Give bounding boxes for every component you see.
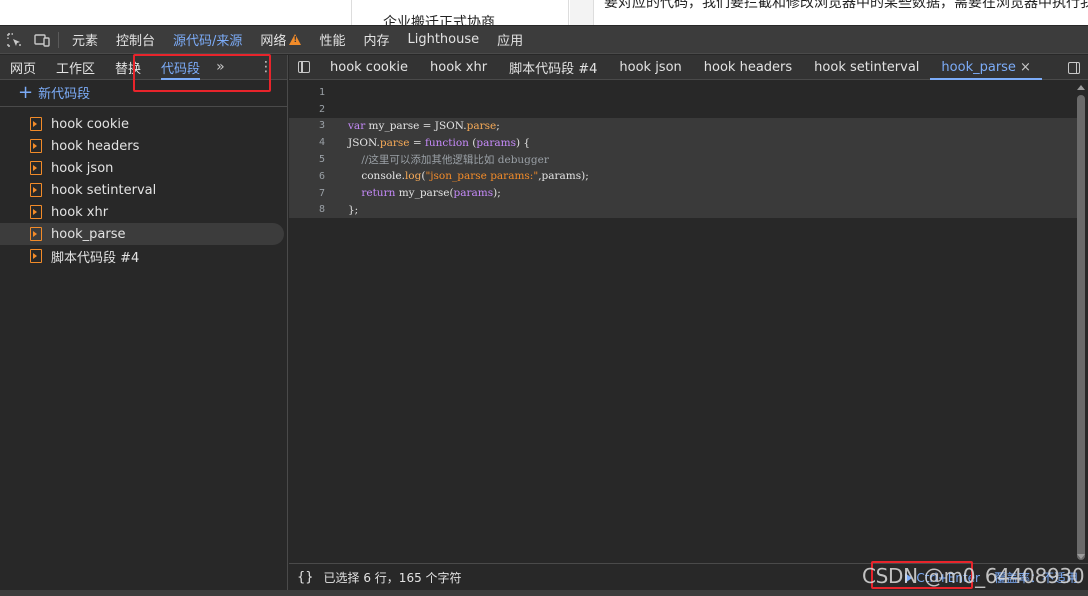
vertical-scrollbar[interactable] xyxy=(1077,95,1085,560)
code-lines: 1 2 3 var my_parse = JSON.parse; 4 JSON.… xyxy=(289,84,1079,219)
annotation-highlight-snippets-tab xyxy=(133,54,271,92)
editor-tab-label: hook_parse xyxy=(941,59,1016,75)
toggle-debugger-icon[interactable] xyxy=(1068,55,1080,80)
editor-tab[interactable]: hook cookie xyxy=(319,55,419,80)
snippet-file-icon xyxy=(30,161,42,175)
tab-memory[interactable]: 内存 xyxy=(354,26,398,54)
snippet-file-icon xyxy=(30,249,42,263)
editor-tab-strip: hook cookie hook xhr 脚本代码段 #4 hook json … xyxy=(289,55,1088,80)
inspect-element-icon[interactable] xyxy=(0,26,28,54)
selection-status: 已选择 6 行，165 个字符 xyxy=(323,570,462,585)
devtools-main-toolbar: 元素 控制台 源代码/来源 网络 性能 内存 Lighthouse 应用 xyxy=(0,26,1088,54)
tab-elements[interactable]: 元素 xyxy=(63,26,107,54)
code-editor[interactable]: 1 2 3 var my_parse = JSON.parse; 4 JSON.… xyxy=(289,81,1088,562)
pretty-print-icon[interactable]: {} xyxy=(289,570,320,585)
page-right-pane xyxy=(570,0,594,25)
navigator-tab-workspace[interactable]: 工作区 xyxy=(46,55,105,80)
snippet-file-icon xyxy=(30,139,42,153)
snippet-label: hook setinterval xyxy=(51,182,157,198)
navigator-tab-page[interactable]: 网页 xyxy=(0,55,46,80)
tab-lighthouse[interactable]: Lighthouse xyxy=(398,26,488,54)
code-line-selected: 6 console.log("json_parse params:",param… xyxy=(289,167,1079,185)
new-snippet-label: 新代码段 xyxy=(38,87,91,102)
scroll-down-arrow-icon[interactable] xyxy=(1077,554,1085,559)
tab-application[interactable]: 应用 xyxy=(488,26,532,54)
snippet-label: hook cookie xyxy=(51,116,129,132)
line-number: 2 xyxy=(318,103,325,115)
tab-sources[interactable]: 源代码/来源 xyxy=(164,26,251,54)
editor-tab-active[interactable]: hook_parse × xyxy=(930,55,1043,80)
plus-icon: + xyxy=(18,81,34,103)
page-right-text: 要对应的代码，我们要拦截和修改浏览器中的某些数据，需要在浏览器中执行我们的代码。 xyxy=(604,0,1088,11)
line-number: 5 xyxy=(318,154,325,166)
line-number: 4 xyxy=(318,137,325,149)
line-number: 7 xyxy=(318,187,325,199)
tab-console[interactable]: 控制台 xyxy=(107,26,164,54)
code-text: console.log("json_parse params:",params)… xyxy=(348,170,589,183)
close-icon[interactable]: × xyxy=(1020,60,1031,75)
snippet-item-selected[interactable]: hook_parse xyxy=(0,223,284,245)
page-left-pane xyxy=(0,0,352,25)
sources-navigator: 网页 工作区 替换 代码段 » ⋮ + 新代码段 hook cookie hoo… xyxy=(0,55,288,596)
code-line-selected: 4 JSON.parse = function (params) { xyxy=(289,134,1079,152)
snippet-item[interactable]: hook headers xyxy=(0,135,287,157)
code-text: JSON.parse = function (params) { xyxy=(348,136,531,149)
tab-network[interactable]: 网络 xyxy=(251,26,310,54)
snippet-item[interactable]: hook cookie xyxy=(0,113,287,135)
snippet-label: hook headers xyxy=(51,138,140,154)
editor-tab[interactable]: hook setinterval xyxy=(803,55,930,80)
line-number: 3 xyxy=(318,120,325,132)
snippet-file-icon xyxy=(30,227,42,241)
line-number: 1 xyxy=(318,86,325,98)
snippet-item[interactable]: 脚本代码段 #4 xyxy=(0,245,287,267)
code-text: return my_parse(params); xyxy=(361,187,501,200)
line-number: 8 xyxy=(318,204,325,216)
code-line-selected: 8 }; xyxy=(289,201,1079,219)
snippet-label: 脚本代码段 #4 xyxy=(51,250,140,266)
bottom-drawer-edge xyxy=(0,590,1088,596)
scroll-up-arrow-icon[interactable] xyxy=(1077,85,1085,90)
code-text: var my_parse = JSON.parse; xyxy=(348,119,500,132)
snippet-file-icon xyxy=(30,205,42,219)
code-line-selected: 3 var my_parse = JSON.parse; xyxy=(289,117,1079,135)
snippet-label: hook_parse xyxy=(51,226,126,242)
code-line-selected: 5 //这里可以添加其他逻辑比如 debugger xyxy=(289,151,1079,168)
editor-tab[interactable]: hook xhr xyxy=(419,55,498,80)
editor-tab[interactable]: hook headers xyxy=(693,55,803,80)
snippet-item[interactable]: hook xhr xyxy=(0,201,287,223)
device-toolbar-icon[interactable] xyxy=(28,26,56,54)
toggle-navigator-icon[interactable] xyxy=(289,55,319,80)
code-text: }; xyxy=(348,203,359,216)
code-line: 2 xyxy=(289,101,1079,118)
snippet-file-icon xyxy=(30,117,42,131)
background-page-strip: 企业搬迁正式协商 要对应的代码，我们要拦截和修改浏览器中的某些数据，需要在浏览器… xyxy=(0,0,1088,25)
code-text: //这里可以添加其他逻辑比如 debugger xyxy=(348,154,549,167)
editor-tab[interactable]: 脚本代码段 #4 xyxy=(498,55,608,80)
snippet-list: hook cookie hook headers hook json hook … xyxy=(0,113,287,267)
page-middle-text: 企业搬迁正式协商 xyxy=(383,15,495,25)
tab-network-label: 网络 xyxy=(260,34,287,49)
toolbar-separator xyxy=(58,31,59,48)
snippet-label: hook xhr xyxy=(51,204,109,220)
code-line: 1 xyxy=(289,84,1079,101)
line-number: 6 xyxy=(318,170,325,182)
warning-icon xyxy=(289,34,302,45)
tab-performance[interactable]: 性能 xyxy=(310,26,354,54)
snippet-item[interactable]: hook setinterval xyxy=(0,179,287,201)
snippet-label: hook json xyxy=(51,160,114,176)
navigator-divider xyxy=(0,106,287,107)
snippet-file-icon xyxy=(30,183,42,197)
editor-tab[interactable]: hook json xyxy=(608,55,692,80)
code-line-selected: 7 return my_parse(params); xyxy=(289,184,1079,202)
watermark: CSDN @m0_64408930 xyxy=(862,564,1085,588)
snippet-item[interactable]: hook json xyxy=(0,157,287,179)
